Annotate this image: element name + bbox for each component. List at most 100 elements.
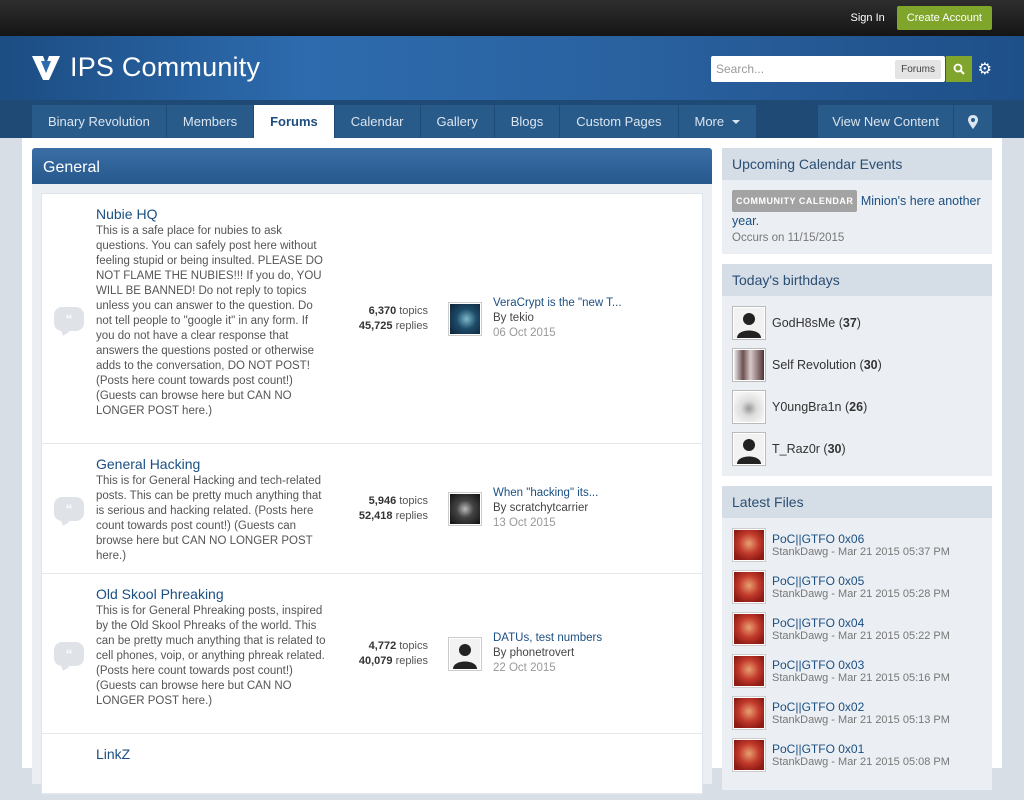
- forum-row: “ Nubie HQ This is a safe place for nubi…: [42, 194, 702, 444]
- tab-members[interactable]: Members: [166, 105, 254, 138]
- last-post-title[interactable]: When "hacking" its...: [493, 486, 598, 501]
- topics-label: topics: [399, 304, 428, 317]
- forum-title-link[interactable]: Old Skool Phreaking: [96, 586, 328, 602]
- replies-value: 45,725: [358, 319, 393, 332]
- last-post-title[interactable]: DATUs, test numbers: [493, 631, 602, 646]
- forum-description: This is for General Hacking and tech-rel…: [96, 475, 322, 562]
- file-info: PoC||GTFO 0x02 StankDawg - Mar 21 2015 05…: [772, 700, 950, 726]
- last-post-date: 13 Oct 2015: [493, 517, 556, 529]
- tab-custom-pages[interactable]: Custom Pages: [560, 105, 678, 138]
- forum-info: Nubie HQ This is a safe place for nubies…: [96, 194, 328, 443]
- replies-count: 40,079 replies: [359, 654, 428, 669]
- avatar[interactable]: [732, 696, 766, 730]
- tab-label: Calendar: [350, 114, 404, 129]
- avatar[interactable]: [732, 390, 766, 424]
- forum-title-link[interactable]: General Hacking: [96, 456, 328, 472]
- category-body: “ Nubie HQ This is a safe place for nubi…: [32, 184, 712, 795]
- last-post-title[interactable]: VeraCrypt is the "new T...: [493, 296, 622, 311]
- forum-stats: 6,370 topics 45,725 replies: [328, 194, 428, 443]
- replies-count: 45,725 replies: [359, 319, 428, 334]
- last-post-author[interactable]: By tekio: [493, 311, 622, 326]
- tab-calendar[interactable]: Calendar: [334, 105, 420, 138]
- chevron-down-icon: [732, 119, 741, 124]
- category-title[interactable]: General: [32, 148, 712, 184]
- tab-binary-revolution[interactable]: Binary Revolution: [32, 105, 166, 138]
- birthday-user[interactable]: Y0ungBra1n (26): [772, 400, 867, 414]
- topics-label: topics: [399, 639, 428, 652]
- birthday-user[interactable]: GodH8sMe (37): [772, 316, 861, 330]
- last-post-info: When "hacking" its... By scratchytcarrie…: [493, 486, 598, 531]
- search-input[interactable]: [716, 62, 896, 76]
- tab-label: Custom Pages: [576, 114, 662, 129]
- view-new-content-link[interactable]: View New Content: [818, 105, 953, 138]
- forum-icon-cell: “: [42, 194, 96, 443]
- calendar-badge[interactable]: COMMUNITY CALENDAR: [732, 190, 858, 212]
- topics-count: 6,370 topics: [369, 304, 428, 319]
- avatar[interactable]: [732, 612, 766, 646]
- birthday-user[interactable]: T_Raz0r (30): [772, 442, 846, 456]
- tab-label: Binary Revolution: [48, 114, 150, 129]
- file-meta: StankDawg - Mar 21 2015 05:13 PM: [772, 714, 950, 726]
- file-list: PoC||GTFO 0x06 StankDawg - Mar 21 2015 05…: [722, 518, 992, 790]
- forum-read-icon: “: [54, 641, 84, 666]
- forum-stats: 5,946 topics 52,418 replies: [328, 444, 428, 573]
- file-title-link[interactable]: PoC||GTFO 0x06: [772, 532, 950, 546]
- tab-more[interactable]: More: [678, 105, 757, 138]
- avatar[interactable]: [732, 654, 766, 688]
- file-title-link[interactable]: PoC||GTFO 0x05: [772, 574, 950, 588]
- birthday-item: Self Revolution (30): [732, 348, 982, 382]
- avatar[interactable]: [732, 570, 766, 604]
- search-scope-toggle[interactable]: Forums: [895, 59, 941, 79]
- last-post-date: 22 Oct 2015: [493, 662, 556, 674]
- file-title-link[interactable]: PoC||GTFO 0x01: [772, 742, 950, 756]
- gear-icon[interactable]: ⚙: [978, 59, 992, 79]
- tab-label: Gallery: [436, 114, 478, 129]
- forum-description: This is for General Phreaking posts, ins…: [96, 605, 326, 707]
- avatar[interactable]: [732, 432, 766, 466]
- tab-label: More: [694, 114, 725, 129]
- logo-icon: [32, 55, 60, 80]
- search-button[interactable]: [946, 56, 972, 82]
- file-meta: StankDawg - Mar 21 2015 05:37 PM: [772, 546, 950, 558]
- avatar[interactable]: [732, 738, 766, 772]
- forum-row: “ Old Skool Phreaking This is for Genera…: [42, 574, 702, 734]
- birthday-user[interactable]: Self Revolution (30): [772, 358, 882, 372]
- tab-blogs[interactable]: Blogs: [494, 105, 560, 138]
- avatar[interactable]: [448, 491, 482, 526]
- file-item: PoC||GTFO 0x05 StankDawg - Mar 21 2015 05…: [732, 570, 982, 604]
- forum-info: Old Skool Phreaking This is for General …: [96, 574, 328, 733]
- sign-in-link[interactable]: Sign In: [851, 12, 885, 24]
- tab-gallery[interactable]: Gallery: [420, 105, 494, 138]
- forum-title-link[interactable]: LinkZ: [96, 746, 328, 762]
- tab-label: Blogs: [510, 114, 544, 129]
- replies-value: 52,418: [358, 509, 393, 522]
- avatar[interactable]: [448, 301, 482, 336]
- last-post-author[interactable]: By phonetrovert: [493, 646, 602, 661]
- calendar-block: Upcoming Calendar Events COMMUNITY CALEN…: [722, 148, 992, 254]
- file-title-link[interactable]: PoC||GTFO 0x04: [772, 616, 950, 630]
- create-account-button[interactable]: Create Account: [896, 6, 992, 30]
- file-info: PoC||GTFO 0x04 StankDawg - Mar 21 2015 05…: [772, 616, 950, 642]
- forum-title-link[interactable]: Nubie HQ: [96, 206, 328, 222]
- topics-value: 6,370: [368, 304, 397, 317]
- tab-forums[interactable]: Forums: [254, 105, 334, 138]
- site-logo[interactable]: IPS Community: [32, 52, 260, 83]
- file-title-link[interactable]: PoC||GTFO 0x02: [772, 700, 950, 714]
- avatar[interactable]: [448, 636, 482, 671]
- site-header: IPS Community Forums ⚙: [0, 36, 1024, 100]
- forum-category: General “ Nubie HQ This is a safe place …: [32, 148, 712, 795]
- avatar[interactable]: [732, 306, 766, 340]
- location-pin-icon[interactable]: [954, 105, 992, 138]
- file-title-link[interactable]: PoC||GTFO 0x03: [772, 658, 950, 672]
- avatar[interactable]: [732, 348, 766, 382]
- avatar[interactable]: [732, 528, 766, 562]
- main-nav: Binary Revolution Members Forums Calenda…: [0, 100, 1024, 138]
- file-info: PoC||GTFO 0x05 StankDawg - Mar 21 2015 05…: [772, 574, 950, 600]
- last-post-author[interactable]: By scratchytcarrier: [493, 501, 598, 516]
- last-post-info: DATUs, test numbers By phonetrovert 22 O…: [493, 631, 602, 676]
- file-item: PoC||GTFO 0x01 StankDawg - Mar 21 2015 05…: [732, 738, 982, 772]
- forum-info: LinkZ: [96, 734, 328, 793]
- birthday-item: Y0ungBra1n (26): [732, 390, 982, 424]
- latest-files-block: Latest Files PoC||GTFO 0x06 StankDawg - M…: [722, 486, 992, 790]
- replies-label: replies: [395, 319, 428, 332]
